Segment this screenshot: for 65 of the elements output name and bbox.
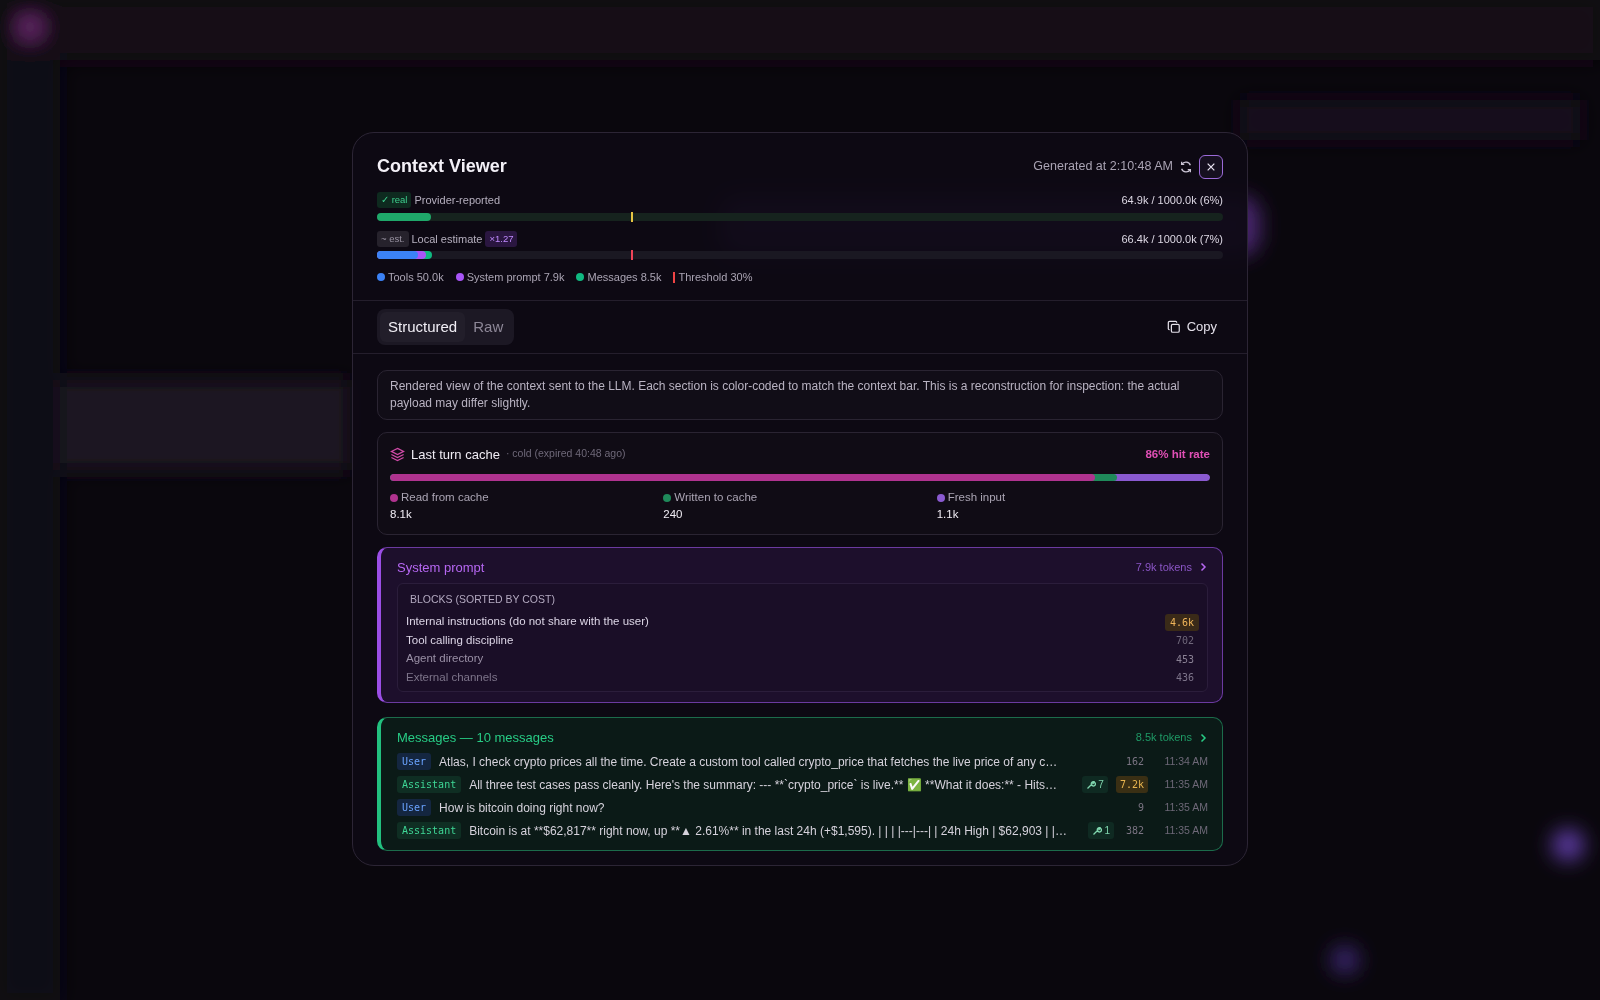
view-tab[interactable]: Raw: [465, 311, 512, 342]
role-tag: Assistant: [397, 776, 462, 794]
message-token-count: 9: [1136, 801, 1145, 816]
cache-status: · cold (expired 40:48 ago): [505, 446, 626, 462]
message-time: 11:34 AM: [1163, 753, 1208, 769]
block-name: External channels: [406, 669, 498, 685]
info-note: Rendered view of the context sent to the LLM. Each section is color-coded to match the context bar. This is a reconstruction for inspection: the actual payload may differ slightly.: [377, 370, 1223, 420]
generated-time: Generated at 2:10:48 AM: [1033, 158, 1173, 176]
message-time: 11:35 AM: [1163, 799, 1208, 815]
block-token-count: 453: [1174, 652, 1195, 667]
block-token-count: 4.6k: [1164, 613, 1199, 631]
legend-label: Threshold 30%: [678, 270, 753, 285]
token-count: 8.5k tokens: [1135, 730, 1192, 746]
section-title: Messages — 10 messages: [397, 728, 554, 747]
block-name: Tool calling discipline: [406, 632, 514, 648]
token-count: 7.9k tokens: [1135, 560, 1192, 576]
hit-rate: 86% hit rate: [1145, 446, 1210, 462]
legend-label: Tools 50.0k: [388, 270, 444, 285]
message-time: 11:35 AM: [1163, 822, 1208, 838]
message-token-count: 7.2k: [1115, 776, 1148, 794]
dialog-title: Context Viewer: [377, 155, 507, 178]
cache-stat-value: 1.1k: [936, 507, 960, 523]
message-preview: How is bitcoin doing right now?: [439, 799, 605, 817]
cache-stat-label: Read from cache: [401, 490, 489, 506]
token-reading: 64.9k / 1000.0k (6%): [1121, 193, 1223, 208]
message-token-count: 382: [1124, 824, 1145, 839]
chevron-right-icon[interactable]: [1198, 732, 1208, 743]
role-tag: User: [397, 799, 432, 817]
legend-label: Messages 8.5k: [587, 270, 662, 285]
legend-label: System prompt 7.9k: [466, 270, 565, 285]
blocks-heading: BLOCKS (SORTED BY COST): [409, 592, 556, 608]
token-reading: 66.4k / 1000.0k (7%): [1121, 231, 1223, 247]
role-tag: User: [397, 753, 432, 771]
source-badge: ~ est.: [377, 230, 409, 247]
section-title: System prompt: [397, 558, 485, 577]
multiplier-badge: ×1.27: [485, 230, 518, 247]
message-preview: All three test cases pass cleanly. Here's the summary: --- **`crypto_price` is live.** ✅ **What it does:** - Hits…: [469, 776, 1058, 794]
message-preview: Bitcoin is at **$62,817** right now, up **▲ 2.61%** in the last 24h (+$1,595). | | | |---|---| | 24h High | $62,903 | |…: [469, 822, 1067, 840]
block-name: Internal instructions (do not share with the user): [406, 614, 649, 630]
view-tab[interactable]: Structured: [380, 311, 466, 342]
source-label: Provider-reported: [414, 193, 501, 208]
message-time: 11:35 AM: [1163, 776, 1208, 792]
copy-button[interactable]: Copy: [1160, 316, 1223, 338]
layers-icon: [390, 446, 405, 462]
tool-count-badge: 7: [1082, 776, 1108, 794]
cache-stat-label: Written to cache: [674, 490, 758, 506]
close-button[interactable]: [1199, 154, 1223, 179]
tool-count-badge: 1: [1088, 822, 1114, 840]
source-label: Local estimate: [411, 231, 483, 247]
role-tag: Assistant: [397, 822, 462, 840]
block-token-count: 702: [1174, 634, 1195, 649]
wrench-icon: [1092, 825, 1103, 836]
cache-title: Last turn cache: [411, 445, 500, 464]
message-token-count: 162: [1124, 755, 1145, 770]
cache-stat-label: Fresh input: [947, 490, 1006, 506]
copy-icon: [1166, 319, 1181, 334]
wrench-icon: [1086, 779, 1097, 790]
message-preview: Atlas, I check crypto prices all the time. Create a custom tool called crypto_price that fetches the live price of any c…: [439, 753, 1058, 771]
block-token-count: 436: [1174, 671, 1195, 686]
source-badge: ✓ real: [377, 192, 412, 209]
cache-stat-value: 240: [663, 507, 684, 523]
block-name: Agent directory: [406, 651, 484, 667]
refresh-icon[interactable]: [1179, 159, 1193, 174]
cache-stat-value: 8.1k: [390, 507, 413, 523]
chevron-right-icon[interactable]: [1198, 562, 1208, 573]
